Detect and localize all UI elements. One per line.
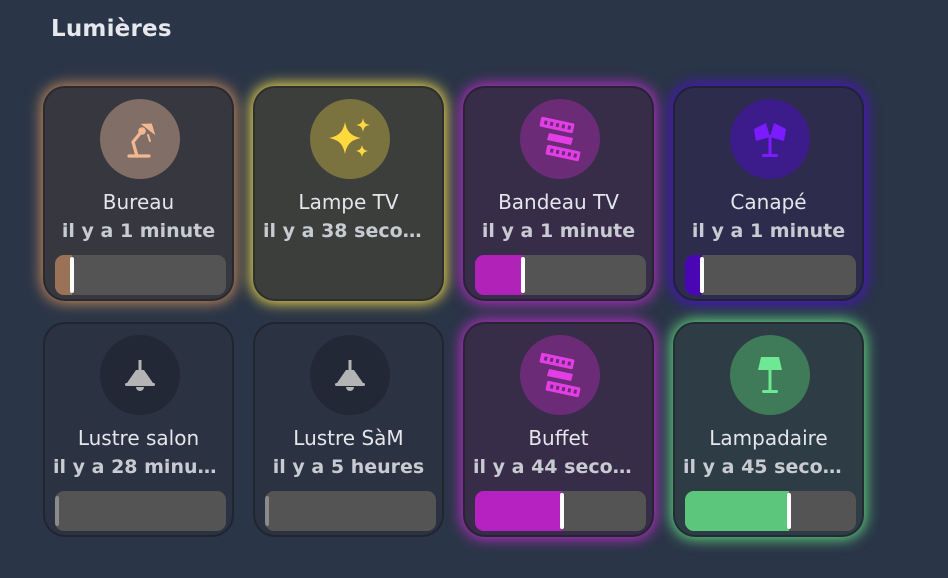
slider-handle[interactable] <box>560 493 565 529</box>
brightness-slider[interactable] <box>475 491 646 531</box>
slider-handle[interactable] <box>70 257 75 293</box>
light-last-changed: il y a 1 minute <box>61 220 216 242</box>
brightness-slider[interactable] <box>55 255 226 295</box>
slider-handle[interactable] <box>55 496 59 526</box>
brightness-slider[interactable] <box>685 491 856 531</box>
brightness-fill <box>475 491 563 531</box>
brightness-slider[interactable] <box>55 491 226 531</box>
slider-handle[interactable] <box>787 493 792 529</box>
floor-spot-icon[interactable] <box>730 99 810 179</box>
section-title: Lumières <box>51 16 172 42</box>
brightness-fill <box>685 491 790 531</box>
light-name: Buffet <box>528 426 589 450</box>
brightness-slider[interactable] <box>685 255 856 295</box>
light-card-lustre-salon[interactable]: Lustre salon il y a 28 minutes <box>43 322 234 537</box>
light-last-changed: il y a 45 secon… <box>683 456 854 478</box>
floor-lamp-icon[interactable] <box>730 335 810 415</box>
desk-lamp-icon[interactable] <box>100 99 180 179</box>
light-name: Lustre salon <box>77 426 200 450</box>
light-last-changed: il y a 38 secon… <box>263 220 434 242</box>
light-card-bandeau-tv[interactable]: Bandeau TV il y a 1 minute <box>463 86 654 301</box>
light-card-lustre-sam[interactable]: Lustre SàM il y a 5 heures <box>253 322 444 537</box>
light-last-changed: il y a 44 secon… <box>473 456 644 478</box>
light-last-changed: il y a 1 minute <box>691 220 846 242</box>
light-card-bureau[interactable]: Bureau il y a 1 minute <box>43 86 234 301</box>
light-name: Lampadaire <box>709 426 828 450</box>
light-name: Lustre SàM <box>293 426 404 450</box>
light-card-canape[interactable]: Canapé il y a 1 minute <box>673 86 864 301</box>
light-last-changed: il y a 5 heures <box>272 456 425 478</box>
light-card-lampe-tv[interactable]: Lampe TV il y a 38 secon… <box>253 86 444 301</box>
led-strip-icon[interactable] <box>520 99 600 179</box>
light-card-lampadaire[interactable]: Lampadaire il y a 45 secon… <box>673 322 864 537</box>
ceiling-light-icon[interactable] <box>100 335 180 415</box>
sparkles-icon[interactable] <box>310 99 390 179</box>
brightness-slider[interactable] <box>265 491 436 531</box>
slider-handle[interactable] <box>265 496 269 526</box>
light-name: Bandeau TV <box>498 190 619 214</box>
light-name: Lampe TV <box>298 190 399 214</box>
brightness-slider[interactable] <box>475 255 646 295</box>
light-name: Canapé <box>730 190 807 214</box>
slider-handle[interactable] <box>520 257 525 293</box>
ceiling-light-icon[interactable] <box>310 335 390 415</box>
led-strip-icon[interactable] <box>520 335 600 415</box>
brightness-fill <box>475 255 523 295</box>
slider-handle[interactable] <box>700 257 705 293</box>
light-last-changed: il y a 1 minute <box>481 220 636 242</box>
light-card-buffet[interactable]: Buffet il y a 44 secon… <box>463 322 654 537</box>
light-name: Bureau <box>102 190 175 214</box>
light-last-changed: il y a 28 minutes <box>53 456 224 478</box>
